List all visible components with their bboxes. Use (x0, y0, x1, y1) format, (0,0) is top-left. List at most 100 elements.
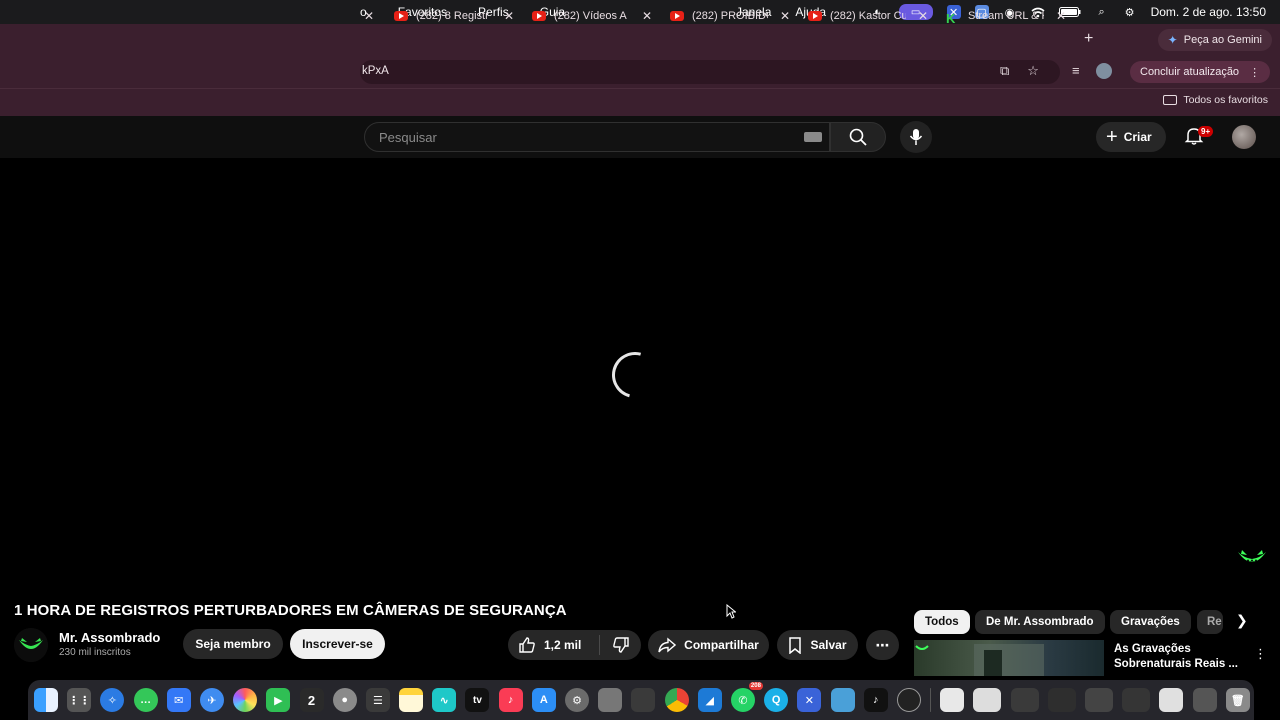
quicktime-icon[interactable]: Q (764, 688, 789, 712)
safari-icon[interactable]: ✧ (100, 688, 125, 712)
document-icon[interactable] (940, 688, 965, 712)
gemini-button[interactable]: ✦ Peça ao Gemini (1157, 29, 1272, 51)
kebab-menu-icon[interactable]: ⋮ (1249, 66, 1260, 79)
recommendation-title[interactable]: As Gravações Sobrenaturais Reais ... (1114, 642, 1238, 672)
bookmarks-bar (0, 88, 1280, 116)
chip-all[interactable]: Todos (914, 610, 970, 634)
finder-icon[interactable] (34, 688, 58, 712)
search-button[interactable] (830, 122, 886, 152)
activity-monitor-icon[interactable] (896, 688, 921, 712)
subscribe-button[interactable]: Inscrever-se (290, 629, 385, 659)
window-thumbnail-icon[interactable] (1192, 688, 1217, 712)
close-icon[interactable]: ✕ (642, 9, 652, 23)
window-thumbnail-icon[interactable] (973, 688, 1002, 712)
video-title: 1 HORA DE REGISTROS PERTURBADORES EM CÂM… (14, 602, 567, 619)
like-dislike-group: 1,2 mil (508, 630, 641, 660)
channel-name[interactable]: Mr. Assombrado (59, 630, 160, 645)
thumbs-up-icon (519, 637, 535, 653)
update-button[interactable]: Concluir atualização ⋮ (1130, 61, 1271, 83)
calculator-icon[interactable] (631, 688, 656, 712)
mail-icon[interactable]: ✉ (166, 688, 191, 712)
channel-avatar[interactable] (14, 628, 48, 662)
new-tab-button[interactable]: + (1084, 30, 1093, 48)
address-bar[interactable]: kPxA (360, 60, 1060, 84)
recommendation-thumbnail[interactable] (914, 640, 1104, 676)
chip-channel[interactable]: De Mr. Assombrado (975, 610, 1105, 634)
trash-icon[interactable]: 🗑 (1225, 688, 1250, 712)
window-thumbnail-icon[interactable] (1047, 688, 1076, 712)
window-thumbnail-icon[interactable] (1085, 688, 1113, 712)
chevron-right-icon[interactable]: ❯ (1236, 612, 1248, 629)
tab-1[interactable]: (282) 8 Registr ✕ (394, 4, 514, 28)
app-store-icon[interactable]: A (531, 688, 556, 712)
photos-icon[interactable] (233, 688, 258, 712)
chip-related[interactable]: Re (1197, 610, 1223, 634)
create-button[interactable]: + Criar (1096, 122, 1166, 152)
join-button[interactable]: Seja membro (183, 629, 283, 659)
media-controls-icon[interactable]: ≡ (1072, 63, 1080, 79)
window-thumbnail-icon[interactable] (1159, 688, 1184, 712)
youtube-icon (808, 11, 822, 21)
window-thumbnail-icon[interactable] (1122, 688, 1151, 712)
testflight-icon[interactable]: ✈ (199, 688, 224, 712)
messages-icon[interactable]: … (133, 688, 158, 712)
facetime-icon[interactable]: ▶ (266, 688, 291, 712)
notification-badge: 9+ (1198, 126, 1214, 137)
more-actions-button[interactable]: ⋯ (866, 630, 899, 660)
address-url[interactable]: kPxA (362, 65, 389, 77)
account-avatar[interactable] (1232, 125, 1256, 149)
music-icon[interactable]: ♪ (498, 688, 523, 712)
vscode-icon[interactable]: ◢ (697, 688, 722, 712)
voice-search-button[interactable] (900, 121, 932, 153)
youtube-icon (394, 11, 408, 21)
folder-icon (1163, 95, 1178, 105)
close-icon[interactable]: ✕ (364, 9, 374, 23)
dislike-button[interactable] (600, 636, 641, 654)
close-icon[interactable]: ✕ (918, 9, 928, 23)
close-icon[interactable]: ✕ (780, 9, 790, 23)
close-icon[interactable]: ✕ (504, 9, 514, 23)
whatsapp-icon[interactable]: ✆ 208 (730, 682, 763, 712)
menubar-clock[interactable]: Dom. 2 de ago. 13:50 (1151, 5, 1266, 19)
system-settings-icon[interactable]: ⚙ (565, 688, 589, 712)
tiktok-icon[interactable]: ♪ (863, 688, 888, 712)
disk-utility-icon[interactable] (598, 688, 623, 712)
search-box[interactable]: Pesquisar (364, 122, 830, 152)
spotlight-search-icon[interactable]: ⌕ (1095, 5, 1109, 19)
control-center-icon[interactable]: ⚙ (1123, 5, 1137, 19)
all-bookmarks-button[interactable]: Todos os favoritos (1163, 94, 1268, 106)
tab-close-previous[interactable]: ✕ (364, 4, 374, 28)
search-icon (849, 128, 867, 146)
freeform-icon[interactable]: ∿ (432, 688, 457, 712)
contacts-icon[interactable]: ● (332, 688, 357, 712)
search-placeholder[interactable]: Pesquisar (379, 130, 437, 145)
share-button[interactable]: Compartilhar (648, 630, 769, 660)
tab-3[interactable]: (282) PROIBIDO ✕ (670, 4, 790, 28)
kebab-menu-icon[interactable]: ⋮ (1254, 646, 1267, 662)
apple-tv-icon[interactable]: tv (465, 688, 490, 712)
tab-title: Stream URL & K (968, 10, 1044, 22)
chrome-icon[interactable] (664, 688, 689, 712)
gemini-label: Peça ao Gemini (1183, 34, 1262, 46)
microphone-icon (909, 129, 923, 145)
save-label: Salvar (810, 638, 847, 652)
close-icon[interactable]: ✕ (1056, 9, 1066, 23)
save-button[interactable]: Salvar (777, 630, 858, 660)
notes-icon[interactable] (399, 688, 424, 712)
bookmark-star-icon[interactable]: ☆ (1027, 63, 1039, 79)
tab-5[interactable]: K Stream URL & K ✕ (946, 4, 1066, 28)
profile-icon[interactable] (1095, 63, 1112, 79)
reminders-icon[interactable]: ☰ (365, 688, 390, 712)
tab-2[interactable]: (282) Vídeos A ✕ (532, 4, 652, 28)
x-app-icon[interactable]: ✕ (797, 688, 822, 712)
calendar-icon[interactable]: 2 (299, 688, 324, 712)
window-thumbnail-icon[interactable] (1010, 688, 1039, 712)
launchpad-icon[interactable]: ⋮⋮ (67, 688, 92, 712)
install-app-icon[interactable]: ⧉ (1000, 63, 1009, 79)
tab-4[interactable]: (282) Kastor Cu ✕ (808, 4, 928, 28)
preview-icon[interactable] (830, 688, 855, 712)
like-button[interactable]: 1,2 mil (508, 635, 600, 655)
keyboard-icon[interactable] (804, 132, 822, 142)
channel-watermark-icon[interactable] (1236, 548, 1268, 568)
chip-gravacoes[interactable]: Gravações (1110, 610, 1191, 634)
